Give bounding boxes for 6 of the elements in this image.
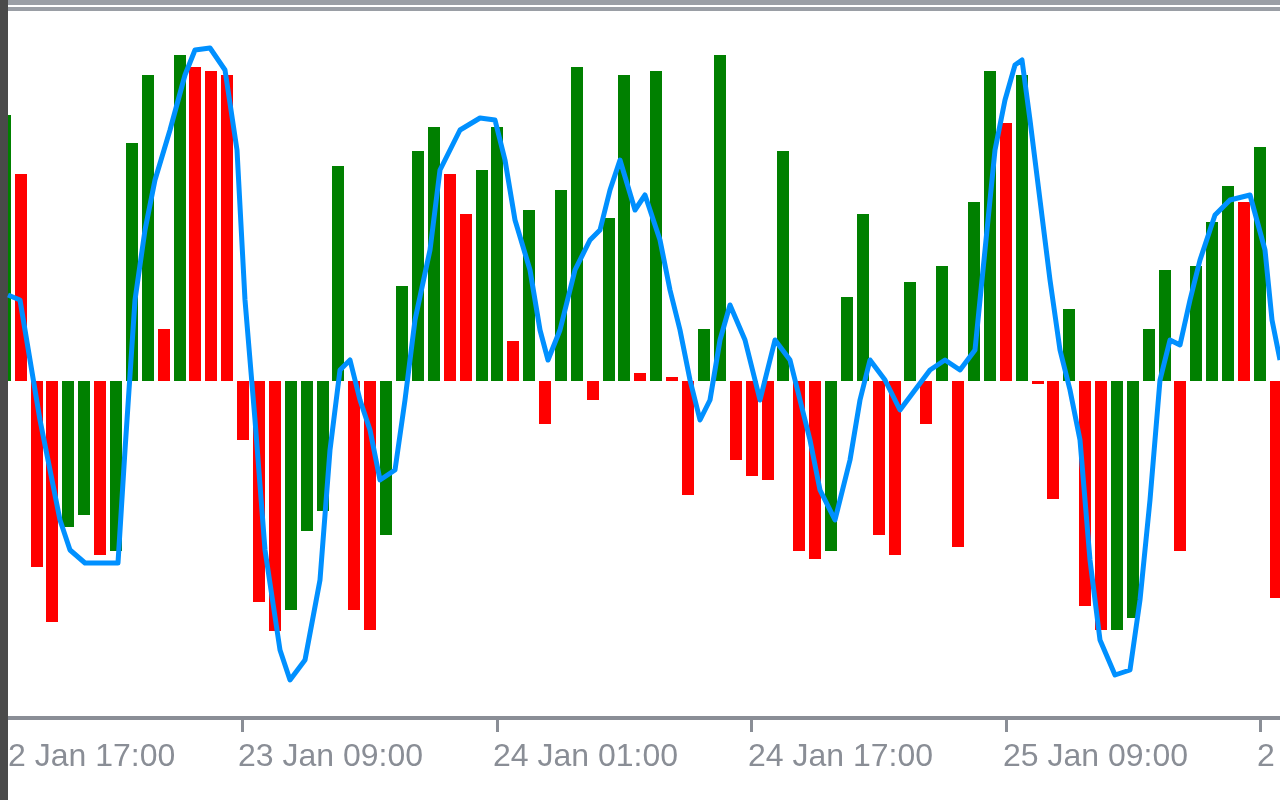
time-label: 24 Jan 01:00 <box>493 736 679 775</box>
time-label: 2 <box>1257 736 1275 775</box>
time-label: 24 Jan 17:00 <box>748 736 934 775</box>
time-label: 25 Jan 09:00 <box>1003 736 1189 775</box>
time-label: 2 Jan 17:00 <box>8 736 176 775</box>
time-label: 23 Jan 09:00 <box>238 736 424 775</box>
